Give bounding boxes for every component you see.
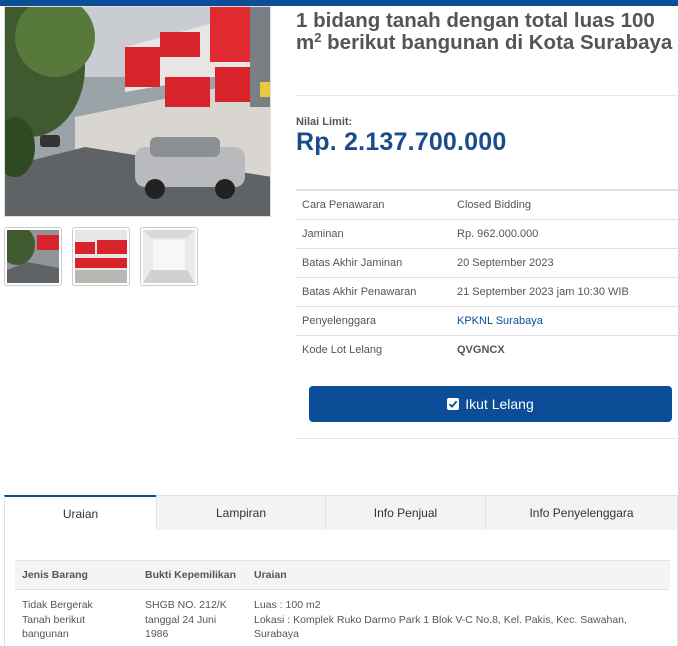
uraian-cell: Luas : 100 m2 Lokasi : Komplek Ruko Darm… (247, 590, 670, 642)
lot-code-value: QVGNCX (451, 334, 678, 364)
info-row: Cara Penawaran Closed Bidding (296, 189, 678, 219)
cell-line: bangunan (22, 628, 69, 640)
main-photo[interactable] (4, 6, 271, 217)
info-label: Jaminan (296, 218, 451, 248)
cell-line: Tanah berikut (22, 613, 86, 626)
column-header: Jenis Barang (15, 560, 138, 590)
divider (296, 438, 678, 439)
info-row: Penyelenggara KPKNL Surabaya (296, 305, 678, 335)
info-value: Closed Bidding (451, 189, 678, 219)
thumbnail-2[interactable] (72, 227, 130, 286)
thumbnail-1[interactable] (4, 227, 62, 286)
tab-uraian[interactable]: Uraian (4, 495, 157, 531)
tab-lampiran[interactable]: Lampiran (156, 495, 326, 531)
thumbnail-strip (4, 227, 204, 287)
limit-label: Nilai Limit: (296, 116, 353, 128)
jenis-barang-cell: Tidak Bergerak Tanah berikut bangunan (15, 590, 138, 642)
info-label: Cara Penawaran (296, 189, 451, 219)
cell-line: Surabaya (254, 628, 299, 640)
info-row: Jaminan Rp. 962.000.000 (296, 218, 678, 248)
auction-info-table: Cara Penawaran Closed Bidding Jaminan Rp… (296, 189, 678, 364)
cell-line: tanggal 24 Juni (145, 613, 217, 626)
divider (296, 95, 678, 96)
info-value: 21 September 2023 jam 10:30 WIB (451, 276, 678, 306)
info-value: Rp. 962.000.000 (451, 218, 678, 248)
listing-title: 1 bidang tanah dengan total luas 100 m2 … (296, 9, 673, 54)
tab-info-penjual[interactable]: Info Penjual (325, 495, 486, 531)
cell-line: Luas : 100 m2 (254, 599, 321, 611)
info-row: Batas Akhir Penawaran 21 September 2023 … (296, 276, 678, 306)
info-label: Batas Akhir Penawaran (296, 276, 451, 306)
detail-table: Jenis Barang Bukti Kepemilikan Uraian Ti… (15, 560, 670, 642)
info-label: Batas Akhir Jaminan (296, 247, 451, 277)
limit-value: Rp. 2.137.700.000 (296, 128, 507, 156)
cell-line: Lokasi : Komplek Ruko Darmo Park 1 Blok … (254, 613, 627, 626)
cell-line: 1986 (145, 628, 169, 640)
info-label: Penyelenggara (296, 305, 451, 335)
column-header: Uraian (247, 560, 670, 590)
cell-line: Tidak Bergerak (22, 599, 93, 611)
info-value: 20 September 2023 (451, 247, 678, 277)
organizer-link[interactable]: KPKNL Surabaya (451, 305, 678, 335)
thumbnail-3[interactable] (140, 227, 198, 286)
check-square-icon (447, 398, 460, 410)
table-header-row: Jenis Barang Bukti Kepemilikan Uraian (15, 560, 670, 590)
detail-tabs: Uraian Lampiran Info Penjual Info Penyel… (4, 495, 678, 531)
info-label: Kode Lot Lelang (296, 334, 451, 364)
column-header: Bukti Kepemilikan (138, 560, 247, 590)
ikut-lelang-label: Ikut Lelang (465, 396, 534, 412)
info-row: Kode Lot Lelang QVGNCX (296, 334, 678, 364)
tab-info-penyelenggara[interactable]: Info Penyelenggara (485, 495, 678, 531)
bukti-kepemilikan-cell: SHGB NO. 212/K tanggal 24 Juni 1986 (138, 590, 247, 642)
info-row: Batas Akhir Jaminan 20 September 2023 (296, 247, 678, 277)
cell-line: SHGB NO. 212/K (145, 599, 227, 611)
table-row: Tidak Bergerak Tanah berikut bangunan SH… (15, 590, 670, 642)
ikut-lelang-button[interactable]: Ikut Lelang (309, 386, 672, 422)
